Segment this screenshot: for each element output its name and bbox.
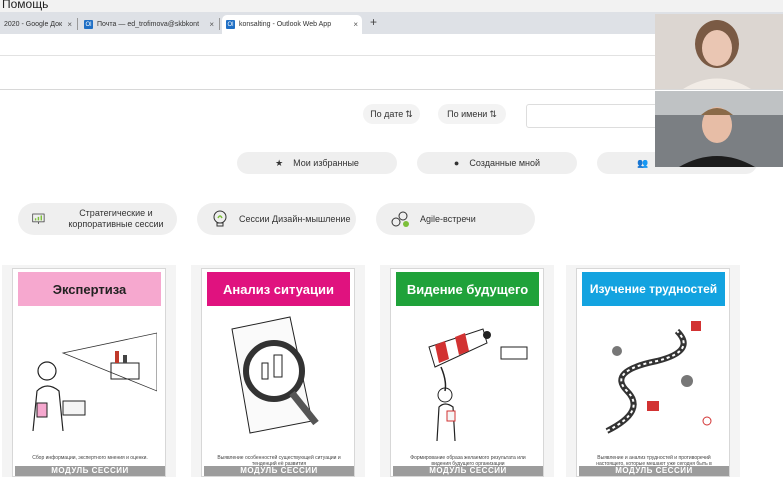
category-design-thinking[interactable]: Сессии Дизайн-мышление <box>197 203 356 235</box>
search-input[interactable] <box>526 104 666 128</box>
sort-icon: ⇅ <box>489 108 497 119</box>
lightbulb-icon <box>213 210 227 227</box>
card-footer: МОДУЛЬ СЕССИИ <box>579 466 729 476</box>
session-card-expertise[interactable]: Экспертиза Сбор информации, экспертного … <box>2 265 176 477</box>
obstacles-illustration <box>605 321 712 434</box>
outlook-icon: Ol <box>226 20 235 29</box>
magnifier-illustration <box>231 316 319 434</box>
new-tab-button[interactable]: + <box>370 15 377 29</box>
session-card-future-vision[interactable]: Видение будущего Формирование образа жел… <box>380 265 554 477</box>
user-icon: ● <box>453 158 460 168</box>
card-title: Видение будущего <box>396 272 539 306</box>
telescope-illustration <box>428 328 528 442</box>
card-footer: МОДУЛЬ СЕССИИ <box>204 466 354 476</box>
participant-avatar <box>655 91 783 167</box>
outlook-icon: Ol <box>84 20 93 29</box>
card-body: Изучение трудностей Выявление и анализ т… <box>576 268 730 477</box>
close-icon[interactable]: × <box>353 20 358 29</box>
sort-by-name-label: По имени <box>447 109 488 119</box>
star-icon: ★ <box>275 157 284 168</box>
app-window: Помощь 2020 - Google Док × Ol Почта — ed… <box>0 0 783 477</box>
sort-by-date-label: По дате <box>370 109 404 119</box>
filter-label: Созданные мной <box>469 158 541 168</box>
card-title: Экспертиза <box>18 272 161 306</box>
close-icon[interactable]: × <box>67 20 72 29</box>
card-body: Экспертиза Сбор информации, экспертного … <box>12 268 166 477</box>
filter-label: Мои избранные <box>293 158 359 168</box>
menu-bar: Помощь <box>0 0 783 12</box>
session-card-difficulties[interactable]: Изучение трудностей Выявление и анализ т… <box>566 265 740 477</box>
category-label: Сессии Дизайн-мышление <box>239 213 351 224</box>
tab-divider <box>219 18 220 30</box>
tab-label: 2020 - Google Док <box>4 21 63 28</box>
users-icon: 👥 <box>637 157 649 168</box>
card-title: Анализ ситуации <box>207 272 350 306</box>
close-icon[interactable]: × <box>209 20 214 29</box>
session-card-situation-analysis[interactable]: Анализ ситуации Выявление особенностей с… <box>191 265 365 477</box>
sort-by-name-button[interactable]: По имени ⇅ <box>438 104 506 124</box>
category-strategic-sessions[interactable]: Стратегические и корпоративные сессии <box>18 203 177 235</box>
tab-label: Почта — ed_trofimova@skbkont <box>97 21 200 28</box>
tab-outlook[interactable]: Ol konsalting - Outlook Web App × <box>222 15 362 34</box>
card-body: Анализ ситуации Выявление особенностей с… <box>201 268 355 477</box>
filter-favorites-button[interactable]: ★ Мои избранные <box>237 152 397 174</box>
video-participant-1 <box>655 14 783 89</box>
card-description: Сбор информации, экспертного мнения и оц… <box>32 455 148 461</box>
card-body: Видение будущего Формирование образа жел… <box>390 268 544 477</box>
sort-by-date-button[interactable]: По дате ⇅ <box>363 104 420 124</box>
expert-illustration <box>32 332 157 432</box>
card-title: Изучение трудностей <box>582 272 725 306</box>
tab-mail[interactable]: Ol Почта — ed_trofimova@skbkont × <box>80 15 218 34</box>
card-footer: МОДУЛЬ СЕССИИ <box>15 466 165 476</box>
video-participant-2 <box>655 91 783 167</box>
tab-google-docs[interactable]: 2020 - Google Док × <box>0 15 76 34</box>
category-agile-meetings[interactable]: Agile-встречи <box>376 203 535 235</box>
card-footer: МОДУЛЬ СЕССИИ <box>393 466 543 476</box>
agile-icon <box>391 211 409 227</box>
menu-help[interactable]: Помощь <box>2 0 48 11</box>
sort-icon: ⇅ <box>405 108 413 119</box>
presentation-icon <box>32 213 45 224</box>
tab-label: konsalting - Outlook Web App <box>239 21 332 28</box>
tab-divider <box>77 18 78 30</box>
participant-avatar <box>655 14 783 89</box>
category-label: Стратегические и корпоративные сессии <box>68 208 164 229</box>
category-label: Agile-встречи <box>420 213 476 224</box>
filter-created-by-me-button[interactable]: ● Созданные мной <box>417 152 577 174</box>
